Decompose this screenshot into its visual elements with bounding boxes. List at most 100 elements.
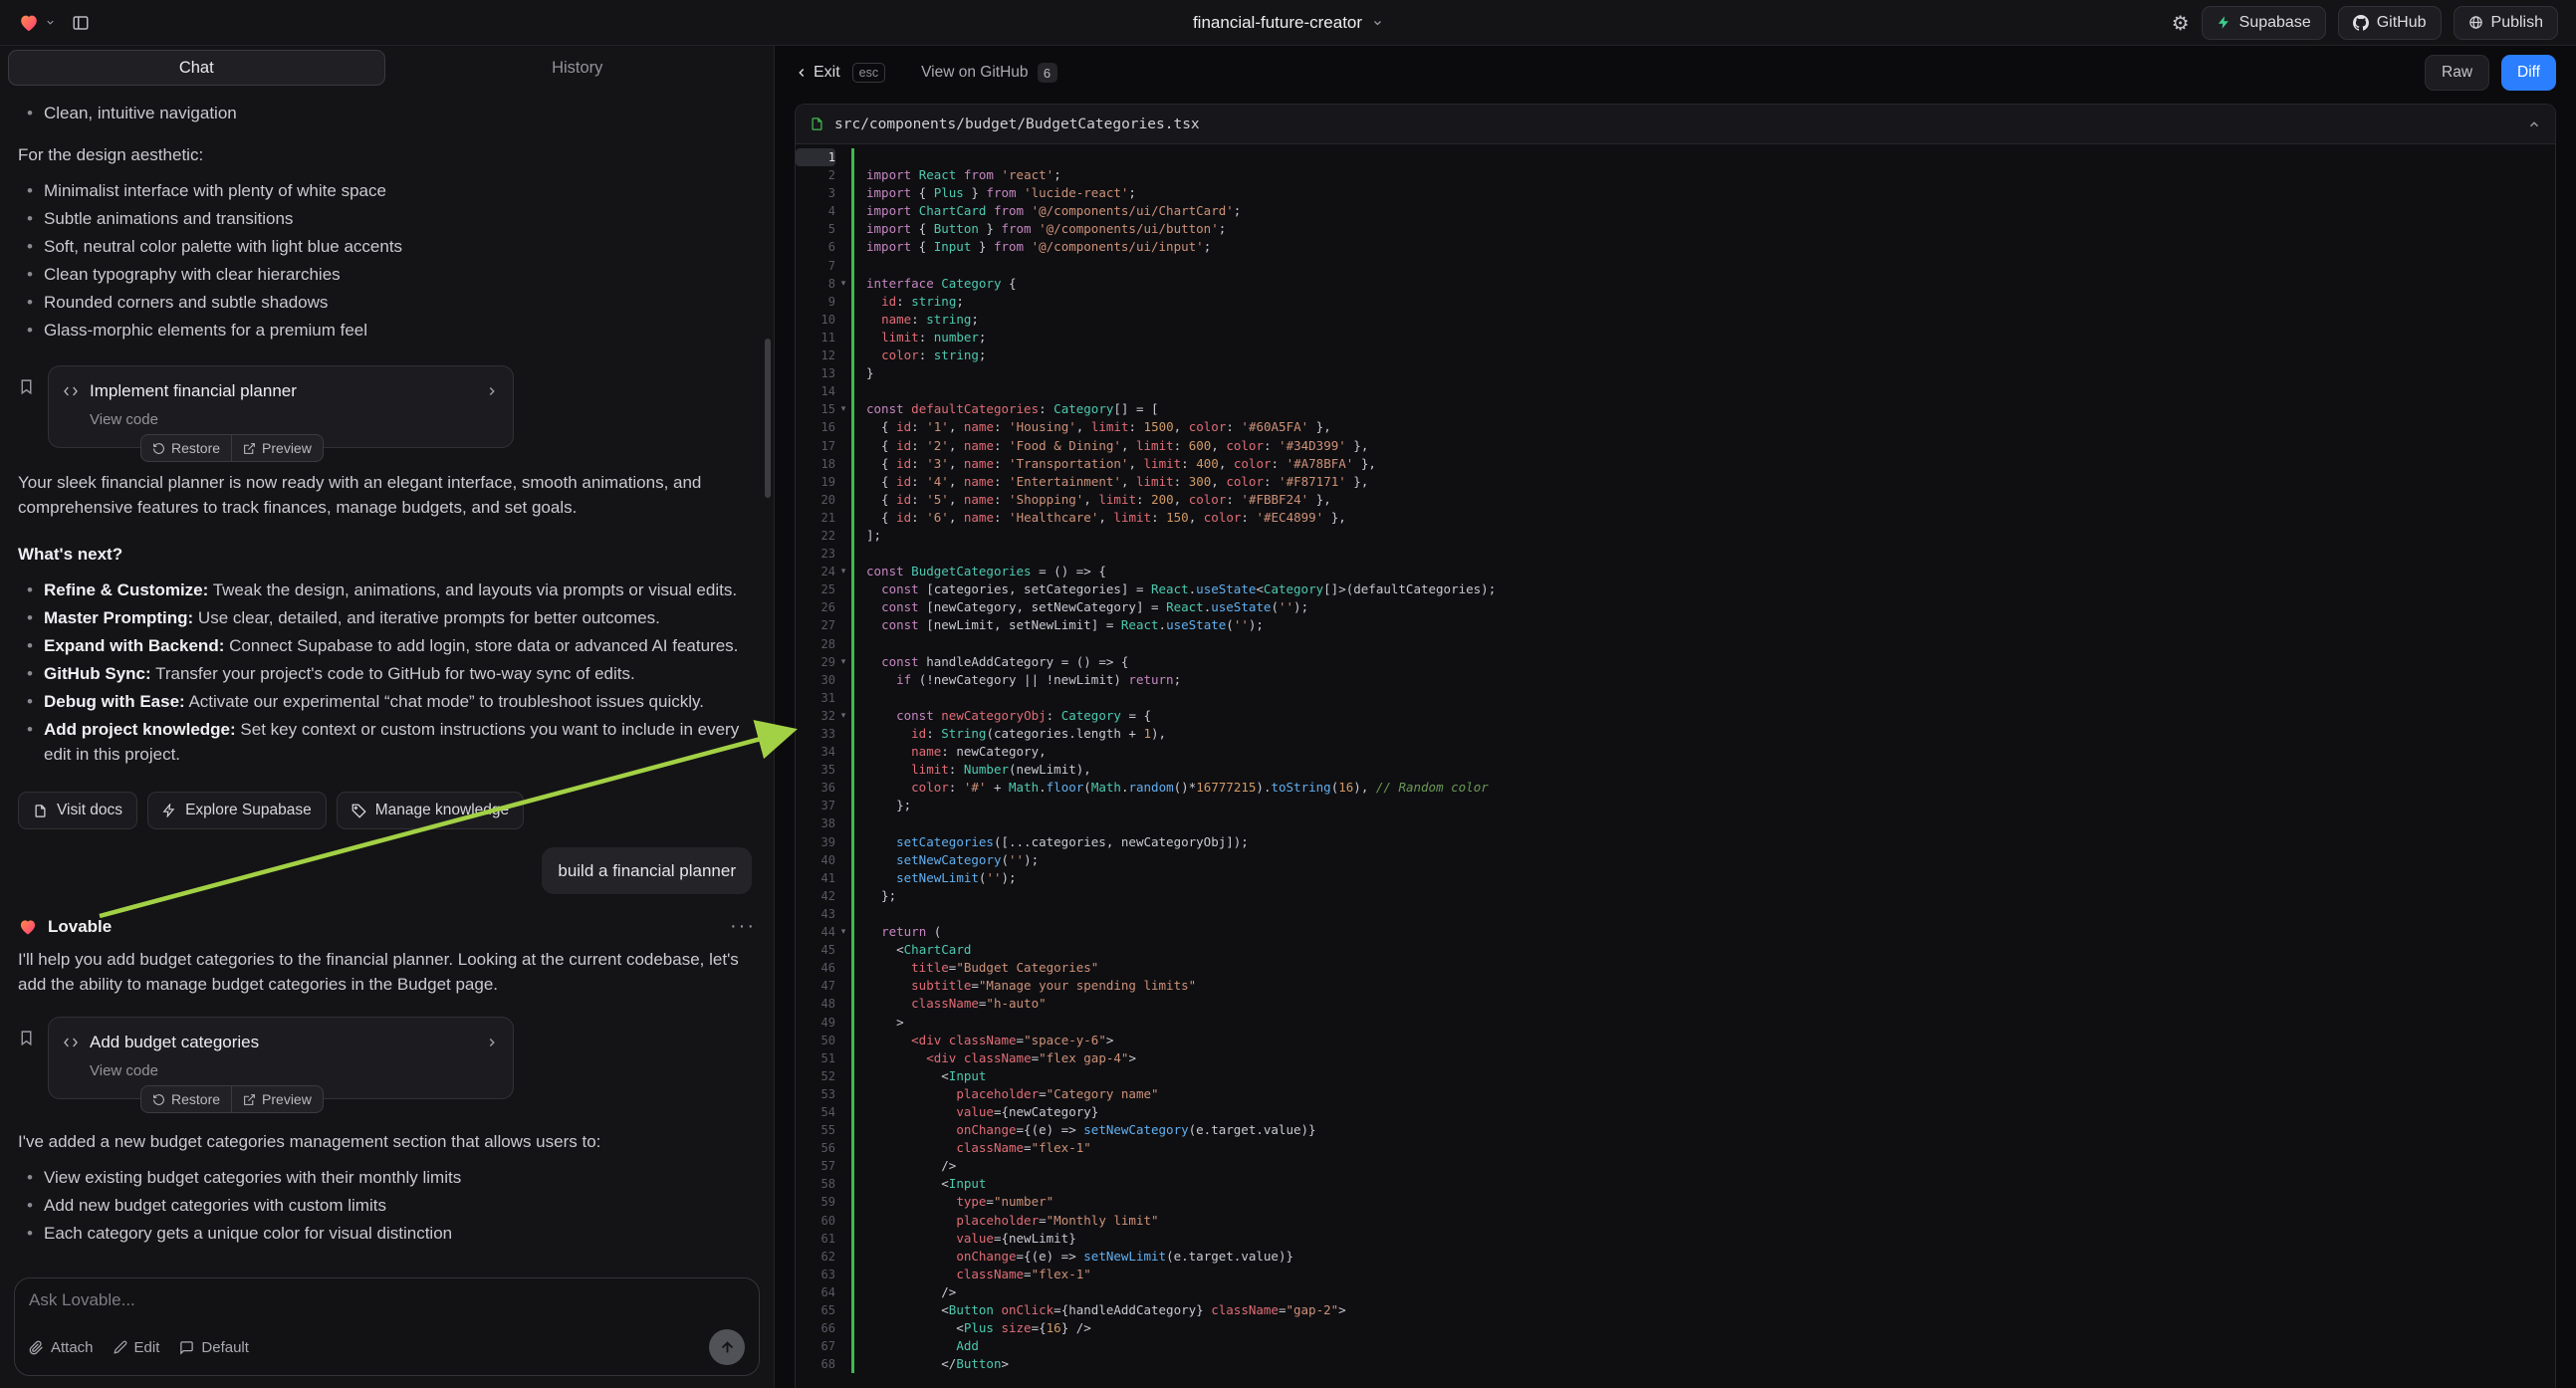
code-text: const defaultCategories: Category[] = [ [854, 400, 1159, 418]
code-line: 29▾ const handleAddCategory = () => { [796, 653, 2555, 671]
code-line: 40 setNewCategory(''); [796, 851, 2555, 869]
chat-mode-selector[interactable]: Default [179, 1339, 249, 1356]
send-button[interactable] [709, 1329, 745, 1365]
list-item: Subtle animations and transitions [18, 206, 756, 231]
view-code-link[interactable]: View code [90, 411, 158, 428]
sidebar-toggle-button[interactable] [72, 14, 90, 32]
exit-button[interactable]: Exit [795, 64, 840, 82]
tab-chat[interactable]: Chat [8, 50, 385, 86]
edit-button[interactable]: Edit [114, 1339, 160, 1356]
composer-input[interactable] [29, 1290, 745, 1320]
raw-toggle-button[interactable]: Raw [2425, 55, 2489, 91]
visit-docs-button[interactable]: Visit docs [18, 792, 137, 829]
code-text: onChange={(e) => setNewCategory(e.target… [854, 1121, 1316, 1139]
fold-spacer [835, 1337, 851, 1355]
supabase-label: Supabase [2239, 14, 2311, 32]
publish-button[interactable]: Publish [2454, 6, 2558, 40]
arrow-up-icon [719, 1339, 736, 1356]
design-bullet-list: Minimalist interface with plenty of whit… [18, 175, 756, 346]
manage-knowledge-button[interactable]: Manage knowledge [337, 792, 524, 829]
fold-spacer [835, 797, 851, 814]
code-line: 3import { Plus } from 'lucide-react'; [796, 184, 2555, 202]
fold-chevron-icon[interactable]: ▾ [835, 923, 851, 941]
list-item: Expand with Backend: Connect Supabase to… [18, 633, 756, 658]
restore-label: Restore [171, 1091, 220, 1107]
file-header[interactable]: src/components/budget/BudgetCategories.t… [796, 105, 2555, 144]
version-card-toolbar: Restore Preview [140, 434, 324, 462]
fold-spacer [835, 1103, 851, 1121]
bookmark-button[interactable] [18, 1029, 35, 1050]
code-text: <div className="space-y-6"> [854, 1032, 1113, 1049]
explore-supabase-button[interactable]: Explore Supabase [147, 792, 327, 829]
code-line: 48 className="h-auto" [796, 995, 2555, 1013]
code-text: title="Budget Categories" [854, 959, 1098, 977]
fold-spacer [835, 473, 851, 491]
list-item: Clean typography with clear hierarchies [18, 262, 756, 287]
whats-next-heading: What's next? [18, 542, 756, 567]
settings-button[interactable]: ⚙ [2172, 11, 2190, 35]
supabase-button[interactable]: Supabase [2202, 6, 2326, 40]
line-number: 66 [796, 1319, 835, 1337]
restore-button[interactable]: Restore [141, 435, 231, 461]
fold-chevron-icon[interactable]: ▾ [835, 275, 851, 293]
line-number: 19 [796, 473, 835, 491]
version-card-header[interactable]: Implement financial planner [63, 378, 499, 403]
fold-chevron-icon[interactable]: ▾ [835, 563, 851, 580]
preview-button[interactable]: Preview [231, 435, 323, 461]
code-editor[interactable]: 12import React from 'react';3import { Pl… [796, 144, 2555, 1388]
fold-chevron-icon[interactable]: ▾ [835, 653, 851, 671]
code-text: limit: number; [854, 329, 986, 347]
chat-scroll-area[interactable]: Clean, intuitive navigation For the desi… [0, 90, 774, 1268]
view-on-github-button[interactable]: View on GitHub 6 [921, 63, 1056, 83]
file-icon [810, 116, 824, 131]
restore-button[interactable]: Restore [141, 1086, 231, 1112]
version-card-header[interactable]: Add budget categories [63, 1030, 499, 1054]
attach-button[interactable]: Attach [29, 1339, 94, 1356]
code-text: setNewLimit(''); [854, 869, 1017, 887]
code-icon [63, 383, 79, 399]
app-root: financial-future-creator ⚙ Supabase GitH… [0, 0, 2576, 1388]
code-text: placeholder="Category name" [854, 1085, 1159, 1103]
document-icon [33, 804, 48, 818]
code-text: } [854, 364, 874, 382]
project-switcher[interactable]: financial-future-creator [1193, 13, 1383, 33]
user-message: build a financial planner [542, 847, 752, 894]
fold-chevron-icon[interactable]: ▾ [835, 400, 851, 418]
code-text: color: string; [854, 347, 986, 364]
fold-spacer [835, 851, 851, 869]
view-code-link[interactable]: View code [90, 1062, 158, 1079]
list-item: View existing budget categories with the… [18, 1165, 756, 1190]
github-button[interactable]: GitHub [2338, 6, 2442, 40]
diff-toggle-button[interactable]: Diff [2501, 55, 2556, 91]
line-number: 24 [796, 563, 835, 580]
fold-spacer [835, 220, 851, 238]
bookmark-icon [18, 1030, 35, 1046]
fold-spacer [835, 238, 851, 256]
manage-knowledge-label: Manage knowledge [375, 802, 509, 819]
more-options-button[interactable]: ··· [730, 915, 756, 938]
fold-spacer [835, 1067, 851, 1085]
bookmark-button[interactable] [18, 377, 35, 399]
preview-button[interactable]: Preview [231, 1086, 323, 1112]
restore-icon [152, 442, 165, 455]
code-text: const handleAddCategory = () => { [854, 653, 1128, 671]
list-item: Glass-morphic elements for a premium fee… [18, 318, 756, 343]
line-number: 30 [796, 671, 835, 689]
code-text: { id: '4', name: 'Entertainment', limit:… [854, 473, 1368, 491]
lovable-logo-menu[interactable] [18, 12, 56, 34]
chat-scrollbar[interactable] [765, 339, 771, 498]
code-text: className="h-auto" [854, 995, 1047, 1013]
tab-history[interactable]: History [389, 50, 767, 86]
code-text: import { Input } from '@/components/ui/i… [854, 238, 1211, 256]
fold-chevron-icon[interactable]: ▾ [835, 707, 851, 725]
code-line: 43 [796, 905, 2555, 923]
code-line: 12 color: string; [796, 347, 2555, 364]
code-text: import { Button } from '@/components/ui/… [854, 220, 1226, 238]
line-number: 15 [796, 400, 835, 418]
code-line: 55 onChange={(e) => setNewCategory(e.tar… [796, 1121, 2555, 1139]
line-number: 39 [796, 833, 835, 851]
line-number: 35 [796, 761, 835, 779]
line-number: 64 [796, 1283, 835, 1301]
collapse-file-button[interactable] [2527, 117, 2541, 131]
code-text: /> [854, 1283, 956, 1301]
